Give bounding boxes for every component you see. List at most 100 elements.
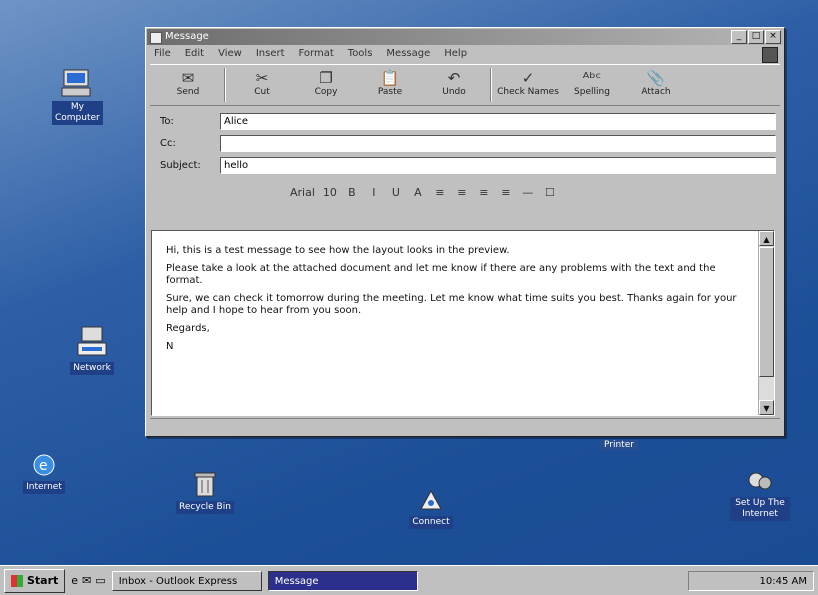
desktop-icon-setup-internet[interactable]: Set Up The Internet bbox=[730, 468, 790, 521]
scroll-thumb[interactable] bbox=[759, 247, 774, 377]
undo-button[interactable]: ↶ Undo bbox=[422, 65, 486, 105]
desktop-icon-label: My Computer bbox=[52, 101, 103, 125]
message-text: Hi, this is a test message to see how th… bbox=[166, 245, 752, 359]
menu-view[interactable]: View bbox=[218, 46, 242, 62]
vertical-scrollbar[interactable]: ▲ ▼ bbox=[758, 231, 774, 415]
window-title: Message bbox=[165, 31, 209, 42]
body-signature: Regards, bbox=[166, 323, 210, 334]
menu-help[interactable]: Help bbox=[444, 46, 467, 62]
align-left-button[interactable]: ≡ bbox=[477, 186, 491, 199]
check-names-label: Check Names bbox=[497, 87, 559, 97]
to-label[interactable]: To: bbox=[160, 116, 220, 127]
clock[interactable]: 10:45 AM bbox=[760, 576, 807, 587]
menu-message[interactable]: Message bbox=[386, 46, 430, 62]
attach-button[interactable]: 📎 Attach bbox=[624, 65, 688, 105]
scroll-up-icon[interactable]: ▲ bbox=[759, 231, 774, 246]
setup-icon bbox=[748, 472, 772, 490]
toolbar-separator bbox=[224, 68, 226, 102]
cc-label[interactable]: Cc: bbox=[160, 138, 220, 149]
ie-icon: e bbox=[33, 454, 55, 476]
menu-format[interactable]: Format bbox=[299, 46, 334, 62]
address-fields: To: Cc: Subject: bbox=[146, 108, 784, 176]
menu-bar: File Edit View Insert Format Tools Messa… bbox=[146, 46, 784, 63]
insert-picture-button[interactable]: ☐ bbox=[543, 186, 557, 199]
desktop-icon-my-computer[interactable]: My Computer bbox=[52, 68, 103, 125]
subject-field[interactable] bbox=[220, 156, 776, 174]
cc-field[interactable] bbox=[220, 134, 776, 152]
body-line: Sure, we can check it tomorrow during th… bbox=[166, 293, 737, 316]
numbering-button[interactable]: ≡ bbox=[433, 186, 447, 199]
paste-icon: 📋 bbox=[380, 69, 400, 87]
ie-quick-icon[interactable]: e bbox=[71, 574, 78, 587]
paste-button[interactable]: 📋 Paste bbox=[358, 65, 422, 105]
desktop-icon-label: Set Up The Internet bbox=[730, 497, 790, 521]
spelling-label: Spelling bbox=[574, 87, 610, 97]
start-label: Start bbox=[27, 573, 59, 587]
menu-edit[interactable]: Edit bbox=[185, 46, 204, 62]
horizontal-line-button[interactable]: — bbox=[521, 186, 535, 199]
desktop-icon-label: Network bbox=[70, 362, 114, 375]
desktop-icon-label: Recycle Bin bbox=[176, 501, 234, 514]
cut-icon: ✂ bbox=[255, 69, 269, 87]
copy-button[interactable]: ❐ Copy bbox=[294, 65, 358, 105]
copy-icon: ❐ bbox=[319, 69, 333, 87]
font-size-select[interactable]: 10 bbox=[323, 186, 337, 199]
menu-insert[interactable]: Insert bbox=[256, 46, 285, 62]
message-body[interactable]: Hi, this is a test message to see how th… bbox=[151, 230, 775, 416]
menu-file[interactable]: File bbox=[154, 46, 171, 62]
send-button[interactable]: ✉ Send bbox=[156, 65, 220, 105]
cut-label: Cut bbox=[254, 87, 270, 97]
undo-icon: ↶ bbox=[447, 69, 461, 87]
spelling-button[interactable]: ᴬᵇᶜ Spelling bbox=[560, 65, 624, 105]
underline-button[interactable]: U bbox=[389, 186, 403, 199]
dialup-icon bbox=[420, 489, 442, 510]
align-center-button[interactable]: ≡ bbox=[499, 186, 513, 199]
desktop-icon-network[interactable]: Network bbox=[68, 325, 116, 375]
body-line: Hi, this is a test message to see how th… bbox=[166, 245, 510, 256]
windows-flag-icon bbox=[11, 574, 23, 587]
format-toolbar: Arial 10 B I U A ≡ ≡ ≡ ≡ — ☐ bbox=[146, 180, 784, 204]
to-field[interactable] bbox=[220, 112, 776, 130]
undo-label: Undo bbox=[442, 87, 466, 97]
windows-logo-icon bbox=[762, 47, 778, 63]
window-controls: _ □ × bbox=[731, 30, 781, 44]
menu-tools[interactable]: Tools bbox=[348, 46, 373, 62]
start-button[interactable]: Start bbox=[4, 568, 66, 593]
close-button[interactable]: × bbox=[765, 30, 781, 44]
send-label: Send bbox=[176, 87, 200, 97]
outlook-quick-icon[interactable]: ✉ bbox=[82, 574, 91, 587]
network-icon bbox=[77, 326, 107, 356]
paste-label: Paste bbox=[377, 87, 403, 97]
desktop-icon-label: Connect bbox=[409, 516, 453, 529]
compose-window[interactable]: Message _ □ × File Edit View Insert Form… bbox=[145, 27, 785, 437]
bullets-button[interactable]: ≡ bbox=[455, 186, 469, 199]
show-desktop-icon[interactable]: ▭ bbox=[95, 574, 105, 587]
desktop-icon-label: Internet bbox=[23, 481, 65, 494]
desktop-icon-connect[interactable]: Connect bbox=[395, 487, 467, 529]
system-tray: 10:45 AM bbox=[688, 570, 814, 591]
toolbar: ✉ Send ✂ Cut ❐ Copy 📋 Paste ↶ Undo ✓ Che… bbox=[150, 64, 780, 106]
font-select[interactable]: Arial bbox=[290, 186, 315, 199]
cc-row: Cc: bbox=[160, 132, 776, 154]
taskbar: Start e ✉ ▭ Inbox - Outlook Express Mess… bbox=[0, 565, 818, 595]
check-names-button[interactable]: ✓ Check Names bbox=[496, 65, 560, 105]
copy-label: Copy bbox=[314, 87, 338, 97]
maximize-button[interactable]: □ bbox=[748, 30, 764, 44]
desktop-icon-internet[interactable]: e Internet bbox=[20, 452, 68, 494]
attach-label: Attach bbox=[641, 87, 671, 97]
bold-button[interactable]: B bbox=[345, 186, 359, 199]
minimize-button[interactable]: _ bbox=[731, 30, 747, 44]
body-line: Please take a look at the attached docum… bbox=[166, 263, 716, 286]
subject-label: Subject: bbox=[160, 159, 201, 171]
font-color-button[interactable]: A bbox=[411, 186, 425, 199]
italic-button[interactable]: I bbox=[367, 186, 381, 199]
cut-button[interactable]: ✂ Cut bbox=[230, 65, 294, 105]
desktop-icon-recycle-bin[interactable]: Recycle Bin bbox=[175, 470, 235, 514]
taskbar-button-inbox[interactable]: Inbox - Outlook Express bbox=[111, 570, 262, 591]
desktop-floating-tag: Printer bbox=[600, 440, 638, 450]
taskbar-button-message[interactable]: Message bbox=[267, 570, 418, 591]
scroll-down-icon[interactable]: ▼ bbox=[759, 400, 774, 415]
window-titlebar[interactable]: Message _ □ × bbox=[147, 29, 783, 45]
toolbar-separator bbox=[490, 68, 492, 102]
subject-row: Subject: bbox=[160, 154, 776, 176]
